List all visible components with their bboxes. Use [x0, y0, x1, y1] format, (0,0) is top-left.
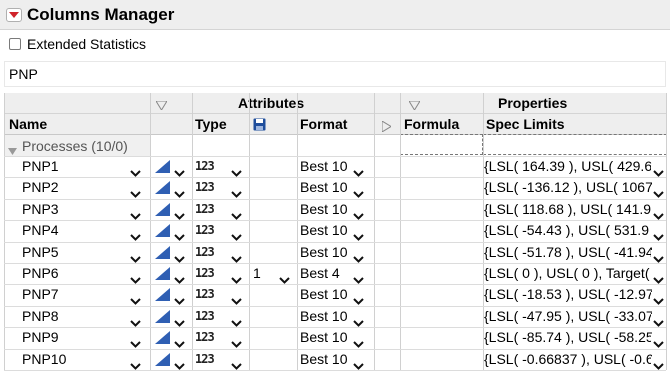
- format-value[interactable]: Best 4: [300, 265, 340, 281]
- column-width-value[interactable]: 1: [253, 265, 261, 281]
- column-name[interactable]: PNP1: [22, 158, 59, 174]
- row-divider: [4, 242, 666, 243]
- spec-limits-value[interactable]: {LSL( -0.66837 ), USL( -0.6: [484, 351, 652, 367]
- row-divider: [4, 263, 666, 264]
- column-name[interactable]: PNP8: [22, 308, 59, 324]
- numeric-data-type-icon: 123: [195, 266, 215, 280]
- column-divider: [4, 93, 5, 370]
- continuous-modeling-type-icon[interactable]: [155, 267, 170, 283]
- column-divider: [666, 93, 667, 370]
- column-name[interactable]: PNP5: [22, 244, 59, 260]
- column-header-format[interactable]: Format: [300, 116, 347, 132]
- row-divider: [4, 370, 666, 371]
- page-title: Columns Manager: [27, 5, 175, 24]
- column-divider: [192, 93, 193, 370]
- continuous-modeling-type-icon[interactable]: [155, 331, 170, 347]
- formula-drop-target[interactable]: [400, 134, 483, 155]
- numeric-data-type-icon: 123: [195, 223, 215, 237]
- format-value[interactable]: Best 10: [300, 222, 347, 238]
- spec-limits-drop-target[interactable]: [483, 134, 667, 155]
- spec-limits-value[interactable]: {LSL( -54.43 ), USL( 531.9: [484, 222, 652, 238]
- filter-input-value: PNP: [9, 66, 38, 82]
- numeric-data-type-icon: 123: [195, 330, 215, 344]
- continuous-modeling-type-icon[interactable]: [155, 160, 170, 176]
- continuous-modeling-type-icon[interactable]: [155, 203, 170, 219]
- column-divider: [297, 93, 298, 370]
- format-value[interactable]: Best 10: [300, 308, 347, 324]
- format-value[interactable]: Best 10: [300, 158, 347, 174]
- extended-statistics-checkbox[interactable]: [9, 38, 21, 50]
- spec-limits-value[interactable]: {LSL( 118.68 ), USL( 141.9: [484, 201, 652, 217]
- spec-limits-value[interactable]: {LSL( -47.95 ), USL( -33.07: [484, 308, 652, 324]
- column-divider: [249, 93, 250, 370]
- row-divider: [4, 220, 666, 221]
- numeric-data-type-icon: 123: [195, 352, 215, 366]
- column-header-spec-limits[interactable]: Spec Limits: [486, 116, 565, 132]
- continuous-modeling-type-icon[interactable]: [155, 310, 170, 326]
- row-divider: [4, 284, 666, 285]
- column-divider: [483, 93, 484, 370]
- filter-input[interactable]: [4, 61, 666, 87]
- column-header-type[interactable]: Type: [195, 116, 227, 132]
- numeric-data-type-icon: 123: [195, 309, 215, 323]
- column-name[interactable]: PNP7: [22, 286, 59, 302]
- spec-limits-value[interactable]: {LSL( -85.74 ), USL( -58.25: [484, 329, 652, 345]
- spec-limits-value[interactable]: {LSL( 0 ), USL( 0 ), Target(: [484, 265, 652, 281]
- continuous-modeling-type-icon[interactable]: [155, 288, 170, 304]
- column-name[interactable]: PNP3: [22, 201, 59, 217]
- format-value[interactable]: Best 10: [300, 201, 347, 217]
- row-divider: [4, 327, 666, 328]
- format-value[interactable]: Best 10: [300, 244, 347, 260]
- continuous-modeling-type-icon[interactable]: [155, 224, 170, 240]
- properties-group-header: Properties: [498, 95, 568, 111]
- numeric-data-type-icon: 123: [195, 287, 215, 301]
- continuous-modeling-type-icon[interactable]: [155, 353, 170, 369]
- attributes-group-header: Attributes: [238, 95, 305, 111]
- row-divider: [4, 306, 666, 307]
- row-divider: [4, 177, 666, 178]
- format-value[interactable]: Best 10: [300, 179, 347, 195]
- column-name[interactable]: PNP10: [22, 351, 66, 367]
- attributes-collapse-icon[interactable]: [155, 97, 168, 113]
- red-triangle-menu-icon[interactable]: [6, 8, 22, 22]
- column-name[interactable]: PNP9: [22, 329, 59, 345]
- column-header-formula[interactable]: Formula: [404, 116, 459, 132]
- numeric-data-type-icon: 123: [195, 202, 215, 216]
- continuous-modeling-type-icon[interactable]: [155, 181, 170, 197]
- group-row-label: Processes (10/0): [22, 138, 128, 154]
- spec-limits-value[interactable]: {LSL( -136.12 ), USL( 1067: [484, 179, 652, 195]
- numeric-data-type-icon: 123: [195, 159, 215, 173]
- spec-limits-value[interactable]: {LSL( -51.78 ), USL( -41.94: [484, 244, 652, 260]
- numeric-data-type-icon: 123: [195, 180, 215, 194]
- format-value[interactable]: Best 10: [300, 286, 347, 302]
- continuous-modeling-type-icon[interactable]: [155, 246, 170, 262]
- format-value[interactable]: Best 10: [300, 329, 347, 345]
- column-name[interactable]: PNP6: [22, 265, 59, 281]
- column-name[interactable]: PNP4: [22, 222, 59, 238]
- row-divider: [4, 349, 666, 350]
- column-header-name[interactable]: Name: [9, 116, 47, 132]
- extended-statistics-label[interactable]: Extended Statistics: [27, 36, 146, 52]
- row-divider: [4, 156, 666, 157]
- format-value[interactable]: Best 10: [300, 351, 347, 367]
- column-name[interactable]: PNP2: [22, 179, 59, 195]
- expand-right-icon[interactable]: [381, 119, 392, 135]
- column-divider: [400, 93, 401, 370]
- column-divider: [374, 93, 375, 370]
- save-icon[interactable]: [253, 118, 266, 134]
- spec-limits-value[interactable]: {LSL( 164.39 ), USL( 429.6: [484, 158, 652, 174]
- column-divider: [150, 93, 151, 370]
- properties-collapse-icon[interactable]: [408, 97, 421, 113]
- row-divider: [4, 199, 666, 200]
- numeric-data-type-icon: 123: [195, 245, 215, 259]
- spec-limits-value[interactable]: {LSL( -18.53 ), USL( -12.97: [484, 286, 652, 302]
